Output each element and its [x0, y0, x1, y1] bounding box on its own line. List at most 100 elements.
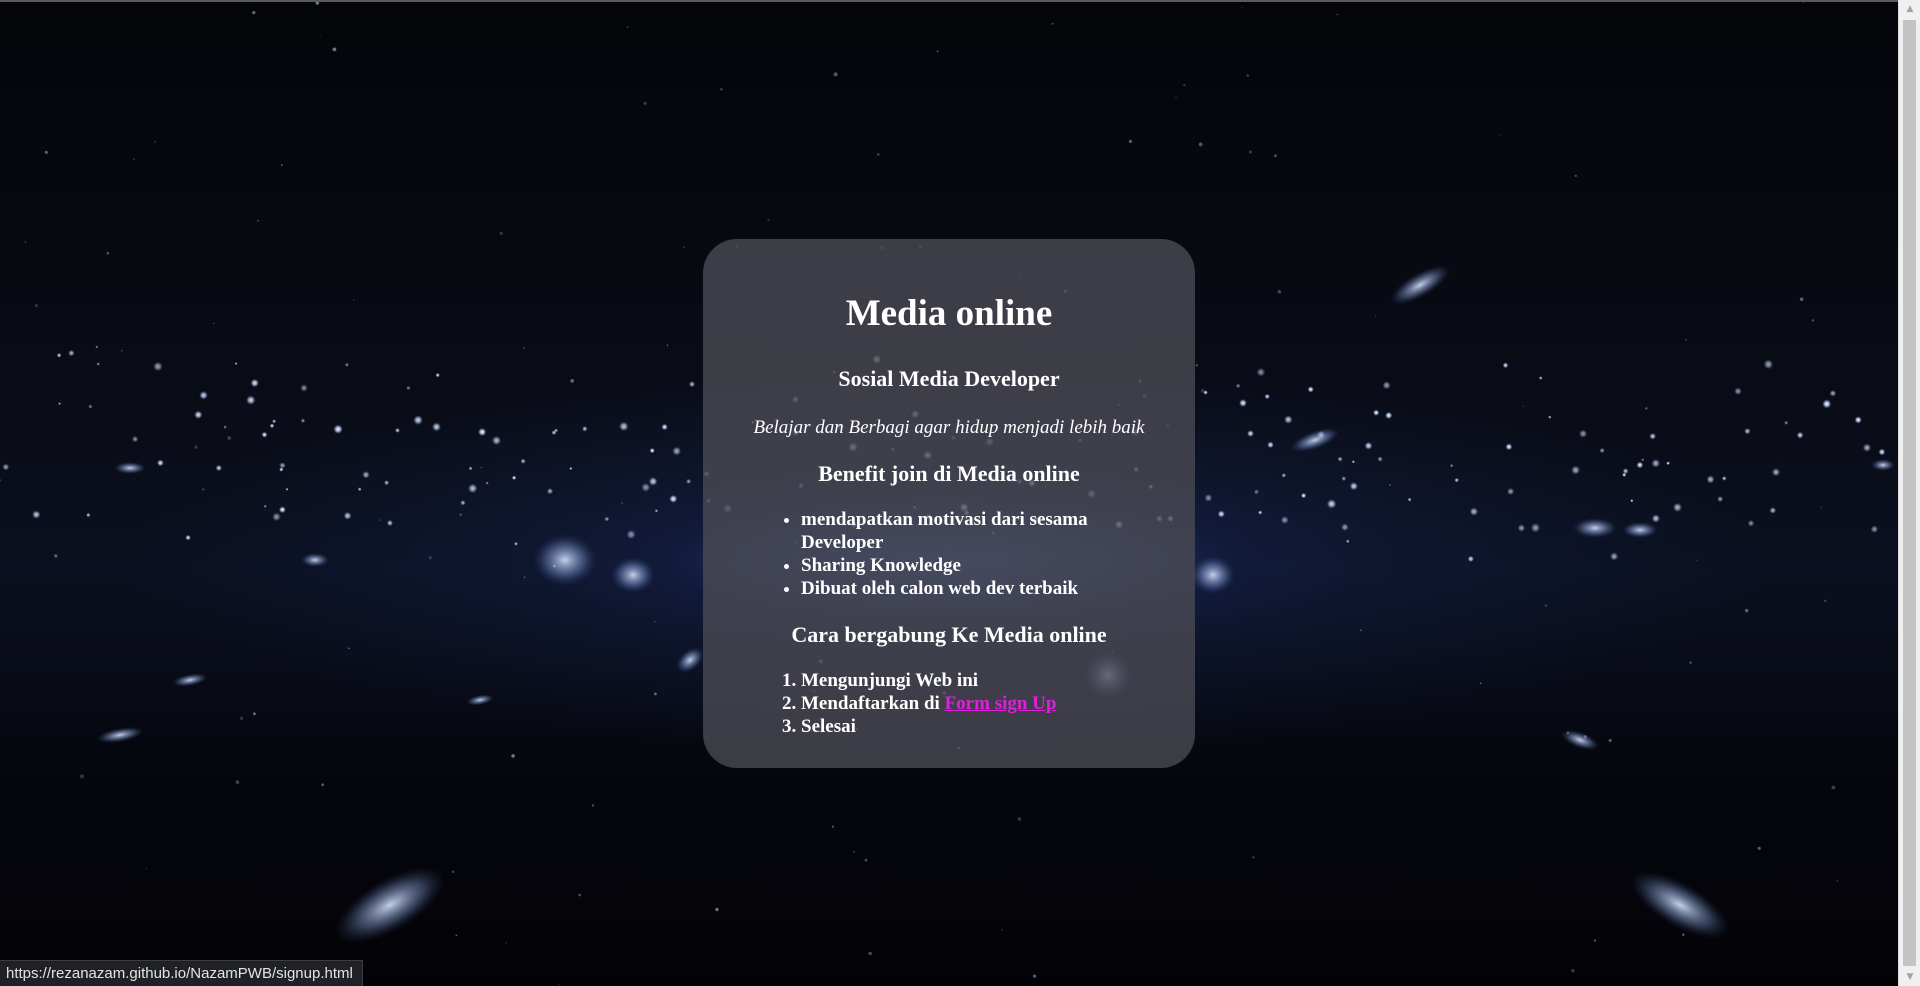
- star: [319, 36, 321, 38]
- star: [202, 488, 205, 491]
- star: [1530, 522, 1541, 533]
- star: [413, 415, 423, 425]
- scrollbar-thumb[interactable]: [1903, 20, 1916, 966]
- star: [1744, 427, 1751, 435]
- galaxy-blob: [533, 534, 597, 586]
- star: [1364, 441, 1373, 450]
- star: [1706, 475, 1715, 484]
- star: [1522, 405, 1525, 407]
- star: [1578, 429, 1588, 438]
- galaxy-blob: [1622, 522, 1658, 538]
- star: [688, 381, 696, 388]
- star: [936, 50, 939, 53]
- star: [1217, 510, 1226, 518]
- star: [272, 419, 277, 424]
- star: [682, 246, 685, 249]
- star: [1449, 463, 1454, 468]
- star: [1499, 133, 1502, 136]
- star: [2, 463, 10, 471]
- star: [485, 481, 489, 485]
- star: [1277, 290, 1282, 294]
- star: [1862, 443, 1872, 453]
- join-step: Mendaftarkan di Form sign Up: [801, 692, 1171, 715]
- star: [428, 556, 432, 560]
- star: [1831, 785, 1836, 790]
- star: [1284, 415, 1293, 424]
- star: [626, 26, 629, 28]
- star: [1258, 510, 1263, 515]
- star: [285, 487, 289, 491]
- star: [1373, 409, 1380, 416]
- star: [1469, 507, 1479, 516]
- star: [1264, 393, 1270, 400]
- star: [1195, 364, 1198, 367]
- star: [511, 475, 517, 481]
- star: [1254, 490, 1259, 494]
- star: [1502, 362, 1509, 369]
- star: [24, 241, 27, 243]
- star: [362, 471, 370, 479]
- star: [523, 346, 526, 349]
- galaxy-blob: [96, 726, 144, 744]
- star: [1351, 460, 1355, 464]
- benefit-list: mendapatkan motivasi dari sesama Develop…: [727, 508, 1171, 600]
- star: [1571, 969, 1575, 973]
- star: [234, 362, 238, 366]
- star: [300, 418, 306, 424]
- star: [1734, 387, 1742, 396]
- star: [546, 488, 554, 495]
- star: [378, 519, 381, 522]
- star: [833, 72, 838, 77]
- star: [513, 541, 519, 546]
- star: [1377, 456, 1383, 462]
- star: [1345, 539, 1350, 544]
- star: [1651, 514, 1661, 523]
- star: [263, 504, 267, 508]
- star: [1544, 604, 1548, 608]
- window-top-edge: [0, 0, 1898, 2]
- star: [1505, 443, 1513, 451]
- star: [1274, 154, 1277, 158]
- star: [626, 529, 636, 540]
- scroll-up-icon[interactable]: ▲: [1899, 0, 1920, 18]
- star: [1836, 880, 1839, 882]
- star: [1593, 939, 1597, 942]
- star: [333, 424, 343, 435]
- galaxy-blob: [1630, 871, 1730, 939]
- star: [451, 870, 455, 873]
- star: [56, 352, 62, 358]
- star: [1249, 150, 1252, 154]
- star: [54, 554, 58, 558]
- page-subtitle: Sosial Media Developer: [838, 365, 1060, 391]
- vertical-scrollbar[interactable]: ▲ ▼: [1898, 0, 1920, 986]
- star: [1666, 461, 1670, 466]
- star: [1651, 458, 1661, 468]
- galaxy-blob: [1191, 556, 1235, 594]
- star: [520, 458, 526, 464]
- star: [1571, 465, 1581, 475]
- star: [1822, 399, 1832, 409]
- star: [1336, 13, 1338, 16]
- star: [1307, 386, 1314, 393]
- star: [79, 774, 84, 779]
- star: [468, 466, 473, 471]
- star: [1649, 432, 1657, 440]
- star: [1685, 338, 1687, 341]
- star: [460, 500, 466, 506]
- star: [1375, 314, 1377, 317]
- star: [261, 431, 268, 438]
- star: [95, 345, 98, 348]
- benefit-item: Sharing Knowledge: [801, 554, 1171, 577]
- star: [1326, 499, 1337, 509]
- star: [215, 464, 223, 472]
- star: [344, 362, 349, 367]
- star: [321, 783, 325, 787]
- star: [1382, 381, 1391, 390]
- star: [1341, 523, 1349, 532]
- star: [1820, 506, 1822, 508]
- star: [1517, 524, 1526, 532]
- star: [1784, 420, 1789, 425]
- scroll-down-icon[interactable]: ▼: [1899, 968, 1920, 986]
- signup-form-link[interactable]: Form sign Up: [945, 693, 1057, 714]
- star: [227, 436, 232, 440]
